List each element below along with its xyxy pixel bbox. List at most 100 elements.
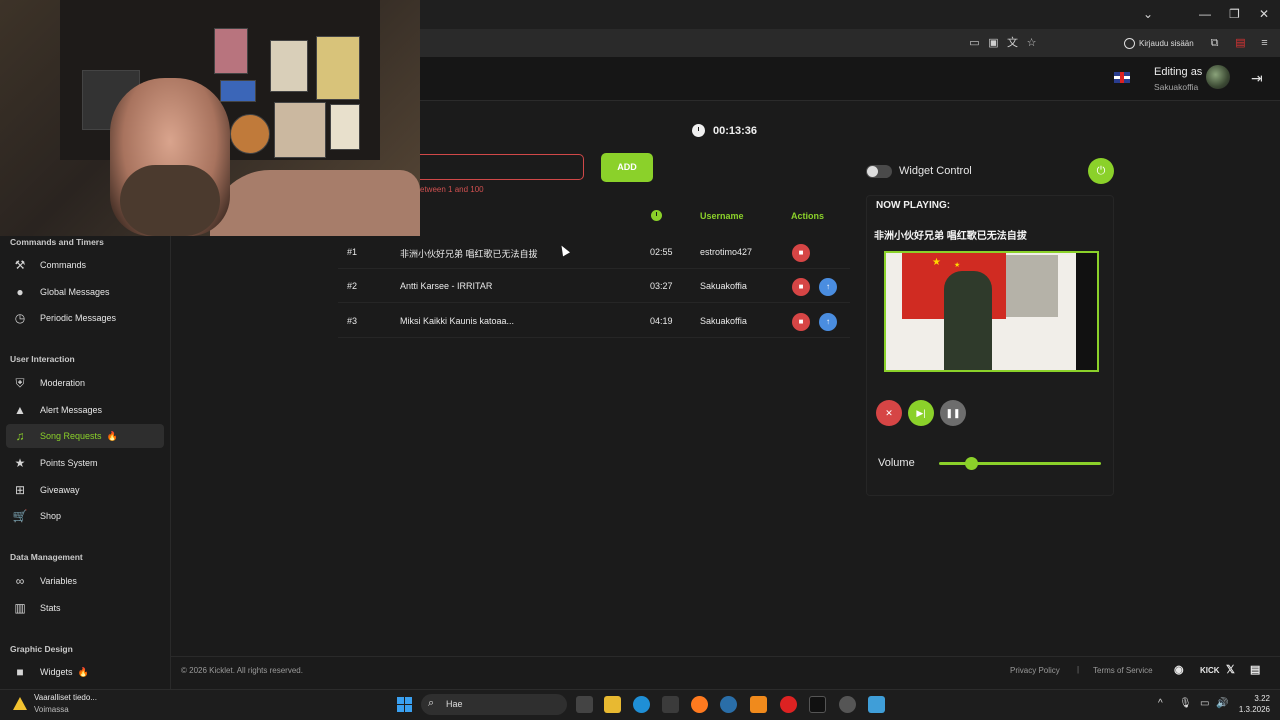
cast-icon[interactable]: ▭ [968,37,981,50]
webcam-poster [274,102,326,158]
sidebar-item-periodic-messages[interactable]: ◷ Periodic Messages [6,306,164,330]
sidebar-item-giveaway[interactable]: ⊞ Giveaway [6,478,164,502]
move-up-button[interactable]: ↑ [819,313,837,331]
notepad-icon[interactable] [868,696,885,713]
opera-icon[interactable] [780,696,797,713]
browser-login-button[interactable]: Kirjaudu sisään [1124,34,1194,52]
fire-icon: 🔥 [106,430,118,441]
sidebar-item-commands[interactable]: ⚒ Commands [6,253,164,277]
sidebar-item-points-system[interactable]: ★ Points System [6,451,164,475]
video-portrait [1006,255,1058,317]
extension-badge-icon[interactable]: ▤ [1234,37,1247,50]
video-edge [1076,253,1097,370]
taskbar-search[interactable] [421,694,567,715]
translate-icon[interactable]: 文 [1006,37,1019,50]
bookmark-star-icon[interactable]: ☆ [1025,37,1038,50]
webcam-poster [214,28,248,74]
browser-menu-icon[interactable]: ≡ [1258,37,1271,50]
volume-icon[interactable]: 🔊 [1216,698,1228,709]
wrench-icon: ⚒ [14,258,26,272]
sidebar-item-label: Moderation [40,378,86,388]
logout-icon[interactable]: ⇥ [1251,70,1263,87]
microphone-icon[interactable]: 🎙 [1179,698,1192,709]
volume-slider-track[interactable] [939,462,1101,465]
taskbar-time[interactable]: 3.22 [1238,694,1270,703]
obs-icon[interactable] [839,696,856,713]
sidebar-item-stats[interactable]: ▥ Stats [6,596,164,620]
extensions-icon[interactable]: ⧉ [1208,37,1221,50]
sidebar-item-alert-messages[interactable]: ▲ Alert Messages [6,398,164,422]
move-up-button[interactable]: ↑ [819,278,837,296]
cart-icon: 🛒 [12,509,28,523]
windows-start-icon[interactable] [397,697,412,712]
song-requester: estrotimo427 [700,247,753,257]
volume-label: Volume [878,457,915,469]
sidebar-item-label: Commands [40,260,87,270]
privacy-policy-link[interactable]: Privacy Policy [1010,666,1060,675]
webcam-poster [316,36,360,100]
taskbar-date[interactable]: 1.3.2026 [1232,705,1270,714]
video-person [944,271,992,370]
sidebar-item-moderation[interactable]: ⛨ Moderation [6,371,164,395]
delete-song-button[interactable]: ■ [792,278,810,296]
discord-icon[interactable]: ◉ [1174,663,1184,676]
pause-button[interactable]: ❚❚ [940,400,966,426]
now-playing-label: NOW PLAYING: [876,200,951,211]
kick-icon[interactable]: KICK [1200,666,1220,675]
file-explorer-icon[interactable] [604,696,621,713]
table-row: #1 非洲小伙好兄弟 唱红歌已无法自拔 02:55 estrotimo427 ■ [338,236,850,269]
actions-column-header: Actions [791,211,825,221]
sidebar-item-label: Points System [40,458,98,468]
sidebar-item-variables[interactable]: ∞ Variables [6,569,164,593]
network-icon[interactable]: ▭ [1200,698,1209,709]
avatar[interactable] [1206,65,1230,89]
now-playing-title: 非洲小伙好兄弟 唱红歌已无法自拔 [874,231,1027,242]
song-request-input[interactable] [420,154,584,180]
document-icon[interactable]: ▤ [1250,663,1260,676]
screenshot-icon[interactable]: ▣ [987,37,1000,50]
sidebar-item-shop[interactable]: 🛒 Shop [6,504,164,528]
close-window-button[interactable]: ✕ [1259,7,1269,21]
section-graphic-design: Graphic Design [10,644,73,654]
taskbar-search-placeholder: Hae [446,699,463,709]
x-icon[interactable]: 𝕏 [1226,663,1235,676]
skip-button[interactable]: ▶| [908,400,934,426]
language-flag-icon[interactable] [1114,72,1130,83]
song-duration: 02:55 [650,247,673,257]
queue-position: #2 [347,281,358,291]
sidebar-item-widgets[interactable]: ■ Widgets 🔥 [6,660,164,684]
terminal-icon[interactable] [809,696,826,713]
task-view-icon[interactable] [576,696,593,713]
widget-control-toggle[interactable] [866,165,892,178]
webcam-flag [220,80,256,102]
video-player[interactable]: ★ ★ [884,251,1099,372]
webcam-overlay [0,0,420,236]
queue-position: #3 [347,316,358,326]
delete-song-button[interactable]: ■ [792,313,810,331]
firefox-icon[interactable] [691,696,708,713]
maximize-button[interactable]: ❐ [1229,7,1240,21]
sidebar-item-song-requests[interactable]: ♫ Song Requests 🔥 [6,424,164,448]
username-column-header: Username [700,211,744,221]
edge-icon[interactable] [633,696,650,713]
tab-list-icon[interactable]: ⌄ [1143,7,1153,21]
sidebar-item-global-messages[interactable]: ● Global Messages [6,280,164,304]
sidebar-item-label: Song Requests [40,431,102,441]
tray-chevron-icon[interactable]: ^ [1158,698,1163,709]
sidebar-item-label: Shop [40,511,62,521]
star-icon: ★ [932,257,941,268]
minimize-button[interactable]: — [1199,7,1211,21]
add-button[interactable]: ADD [601,153,653,182]
webcam-person-shoulder [210,170,420,236]
delete-song-button[interactable]: ■ [792,244,810,262]
terms-of-service-link[interactable]: Terms of Service [1093,666,1153,675]
stop-button[interactable]: ✕ [876,400,902,426]
steam-icon[interactable] [720,696,737,713]
taskbar-alert-title[interactable]: Vaaralliset tiedo... [34,693,97,702]
profile-icon [1124,37,1135,49]
vlc-icon[interactable] [750,696,767,713]
sidebar-item-label: Alert Messages [40,405,103,415]
warning-icon[interactable] [13,697,27,710]
power-button[interactable]: ⏻ [1088,158,1114,184]
store-icon[interactable] [662,696,679,713]
